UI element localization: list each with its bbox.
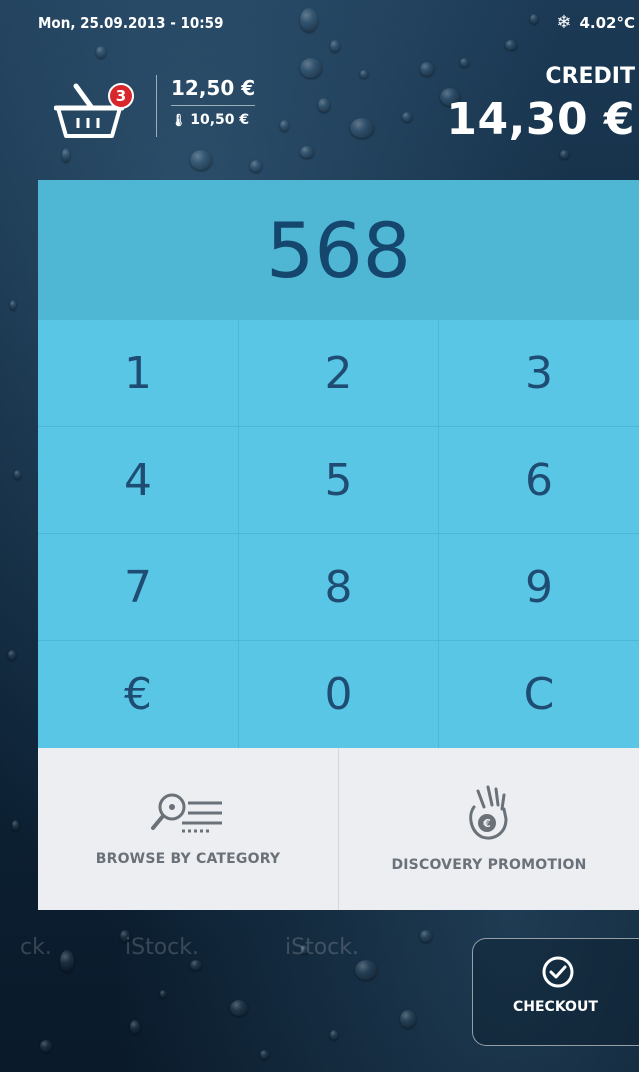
browse-by-category-button[interactable]: BROWSE BY CATEGORY [38, 748, 339, 910]
vending-screen: ck. iStock. iStock. Mon, 25.09.2013 - 10… [0, 0, 639, 1072]
discovery-promotion-label: DISCOVERY PROMOTION [391, 857, 587, 873]
key-4[interactable]: 4 [38, 427, 239, 534]
credit-label: CREDIT [545, 64, 635, 89]
key-8[interactable]: 8 [239, 534, 439, 641]
check-circle-icon [542, 956, 574, 988]
search-list-icon [151, 793, 222, 833]
checkout-label: CHECKOUT [513, 999, 598, 1015]
cart-prices: 12,50 € 🌡 10,50 € [156, 75, 256, 137]
cart-count-badge: 3 [108, 83, 134, 109]
key-9[interactable]: 9 [439, 534, 639, 641]
keypad-panel: 568 1 2 3 4 5 6 7 8 9 € 0 C BROWSE BY CA… [38, 180, 639, 916]
watermark: ck. [20, 935, 52, 960]
svg-text:€: € [482, 817, 491, 830]
datetime: Mon, 25.09.2013 - 10:59 [38, 14, 224, 32]
key-7[interactable]: 7 [38, 534, 239, 641]
chilled-total: 10,50 € [190, 112, 250, 128]
action-bar: BROWSE BY CATEGORY € DISCOVERY PROMOTION [38, 748, 639, 910]
key-1[interactable]: 1 [38, 320, 239, 427]
key-5[interactable]: 5 [239, 427, 439, 534]
credit-value: 14,30 € [446, 94, 635, 145]
chilled-total-row: 🌡 10,50 € [171, 112, 255, 128]
ok-hand-coin-icon: € [469, 785, 508, 840]
cart-total: 12,50 € [171, 75, 256, 106]
key-clear[interactable]: C [439, 641, 639, 748]
temperature-value: 4.02°C [579, 14, 635, 32]
key-3[interactable]: 3 [439, 320, 639, 427]
browse-by-category-label: BROWSE BY CATEGORY [95, 851, 281, 867]
snowflake-icon: ❄ [556, 12, 572, 33]
keypad-display: 568 [38, 180, 639, 320]
key-0[interactable]: 0 [239, 641, 439, 748]
checkout-button[interactable]: CHECKOUT [472, 938, 639, 1046]
thermometer-icon: 🌡 [171, 113, 187, 127]
keypad-grid: 1 2 3 4 5 6 7 8 9 € 0 C [38, 320, 639, 748]
key-6[interactable]: 6 [439, 427, 639, 534]
temperature-readout: ❄ 4.02°C [556, 12, 635, 33]
key-euro[interactable]: € [38, 641, 239, 748]
key-2[interactable]: 2 [239, 320, 439, 427]
watermark: iStock. [285, 935, 359, 960]
discovery-promotion-button[interactable]: € DISCOVERY PROMOTION [339, 748, 639, 910]
watermark: iStock. [125, 935, 199, 960]
